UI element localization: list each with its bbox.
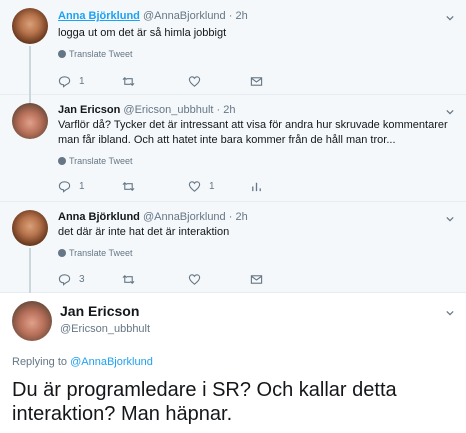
reply-icon [58, 75, 71, 88]
like-button[interactable] [188, 74, 209, 88]
translate-link[interactable]: Translate Tweet [58, 49, 133, 59]
reply-icon [58, 273, 71, 286]
reply-count: 1 [79, 180, 85, 192]
translate-label: Translate Tweet [69, 49, 133, 59]
tweet-text: det där är inte hat det är interaktion [58, 226, 230, 238]
reply-icon [58, 180, 71, 193]
tweet-actions: 3 [58, 272, 318, 286]
translate-link[interactable]: Translate Tweet [58, 156, 133, 166]
author-name[interactable]: Anna Björklund [58, 211, 140, 223]
retweet-icon [122, 181, 135, 191]
like-button[interactable]: 1 [188, 179, 215, 193]
timestamp[interactable]: · 2h [229, 10, 248, 22]
replying-prefix: Replying to [12, 356, 68, 368]
tweet-text: Varflör då? Tycker det är intressant att… [58, 119, 448, 146]
tweet-actions: 1 [58, 74, 318, 88]
translate-label: Translate Tweet [69, 248, 133, 258]
reply-count: 3 [79, 273, 85, 285]
translate-link[interactable]: Translate Tweet [58, 248, 133, 258]
analytics-icon [252, 182, 261, 191]
envelope-icon [250, 76, 263, 86]
globe-icon [58, 50, 66, 58]
author-name[interactable]: Jan Ericson [58, 104, 120, 116]
focused-tweet: Jan Ericson @Ericson_ubbhult Replying to… [0, 293, 466, 433]
chevron-down-icon[interactable] [446, 108, 454, 116]
avatar[interactable] [12, 8, 48, 44]
globe-icon [58, 249, 66, 257]
avatar[interactable] [12, 301, 52, 341]
author-handle[interactable]: @AnnaBjorklund [143, 211, 226, 223]
tweet-3[interactable]: Anna Björklund @AnnaBjorklund · 2h det d… [0, 202, 466, 293]
author-handle[interactable]: @AnnaBjorklund [143, 10, 226, 22]
tweet-2[interactable]: Jan Ericson @Ericson_ubbhult · 2h Varflö… [0, 95, 466, 202]
timestamp[interactable]: · 2h [229, 211, 248, 223]
replying-mention[interactable]: @AnnaBjorklund [70, 356, 153, 368]
retweet-button[interactable] [122, 74, 143, 88]
dm-button[interactable] [250, 272, 263, 286]
tweet-header: Anna Björklund @AnnaBjorklund · 2h [58, 10, 248, 22]
translate-label: Translate Tweet [69, 156, 133, 166]
author-name[interactable]: Jan Ericson [60, 303, 139, 319]
heart-icon [188, 273, 201, 285]
tweet-1[interactable]: Anna Björklund @AnnaBjorklund · 2h logga… [0, 0, 466, 95]
analytics-button[interactable] [250, 179, 263, 193]
reply-count: 1 [79, 75, 85, 87]
retweet-button[interactable] [122, 179, 143, 193]
avatar[interactable] [12, 103, 48, 139]
retweet-button[interactable] [122, 272, 143, 286]
thread-line [29, 95, 31, 103]
reply-button[interactable]: 3 [58, 272, 85, 286]
like-button[interactable] [188, 272, 209, 286]
like-count: 1 [209, 180, 215, 192]
chevron-down-icon[interactable] [446, 14, 454, 22]
envelope-icon [250, 274, 263, 284]
author-name[interactable]: Anna Björklund [58, 10, 140, 22]
tweet-text: logga ut om det är så himla jobbigt [58, 27, 227, 39]
reply-button[interactable]: 1 [58, 179, 85, 193]
tweet-header: Anna Björklund @AnnaBjorklund · 2h [58, 211, 248, 223]
author-handle[interactable]: @Ericson_ubbhult [123, 104, 213, 116]
tweet-header: Jan Ericson @Ericson_ubbhult · 2h [58, 104, 236, 116]
thread-line [29, 248, 31, 293]
retweet-icon [122, 76, 135, 86]
dm-button[interactable] [250, 74, 263, 88]
tweet-actions: 1 1 [58, 179, 318, 193]
heart-icon [188, 75, 201, 87]
chevron-down-icon[interactable] [446, 215, 454, 223]
globe-icon [58, 157, 66, 165]
heart-icon [188, 180, 201, 192]
chevron-down-icon[interactable] [446, 309, 454, 317]
reply-button[interactable]: 1 [58, 74, 85, 88]
timestamp[interactable]: · 2h [217, 104, 236, 116]
replying-to: Replying to @AnnaBjorklund [12, 356, 153, 368]
retweet-icon [122, 274, 135, 284]
thread-line [29, 46, 31, 95]
tweet-text: Du är programledare i SR? Och kallar det… [12, 379, 397, 425]
avatar[interactable] [12, 210, 48, 246]
author-handle[interactable]: @Ericson_ubbhult [60, 323, 150, 335]
